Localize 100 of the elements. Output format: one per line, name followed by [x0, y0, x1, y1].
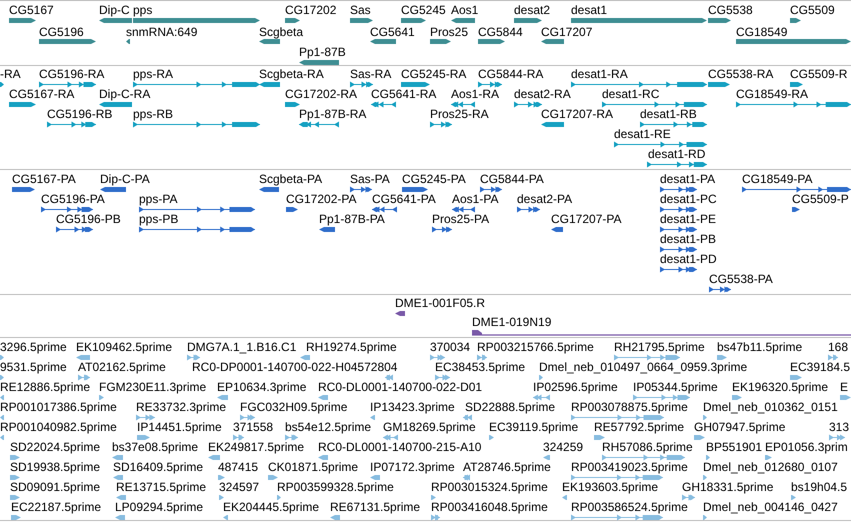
- feature-label: Aos1: [451, 3, 478, 17]
- feature-label: 9531.5prime: [0, 360, 67, 374]
- feature-label: SD22888.5prime: [465, 400, 556, 414]
- feature-label: RP003419023.5prime: [571, 460, 688, 474]
- feature-label: CG5641-PA: [372, 192, 436, 206]
- feature-label: CG5167: [9, 3, 54, 17]
- feature-label: EC38453.5prime: [435, 360, 526, 374]
- feature-label: AT02162.5prime: [78, 360, 166, 374]
- feature-label: CG17202-PA: [286, 192, 356, 206]
- feature-label: Dmel_neb_004146_0427: [703, 500, 838, 514]
- feature-label: RE67131.5prime: [330, 500, 420, 514]
- feature-label: CG18549-RA: [736, 87, 808, 101]
- feature-label: RH19274.5prime: [306, 340, 397, 354]
- feature-label: LP09294.5prime: [115, 500, 204, 514]
- feature-label: desat1-PE: [660, 212, 716, 226]
- feature-label: CG5509-P: [792, 192, 849, 206]
- feature-label: Dmel_neb_010362_0151: [703, 400, 838, 414]
- feature-label: Pros25: [430, 25, 468, 39]
- feature-label: RC0-DL0001-140700-215-A10: [318, 440, 482, 454]
- feature-label: RC0-DP0001-140700-022-H04572804: [192, 360, 398, 374]
- feature-label: CG18549: [736, 25, 788, 39]
- feature-label: CG17207-RA: [541, 107, 614, 121]
- feature-label: GH07947.5prime: [694, 420, 786, 434]
- feature-label: pps-PB: [139, 212, 178, 226]
- feature-label: desat1-RE: [614, 127, 671, 141]
- feature-label: desat1-RB: [640, 107, 697, 121]
- feature-label: Dip-C-RA: [99, 87, 150, 101]
- feature-label: CG18549-PA: [742, 172, 812, 186]
- feature-label: RP001040982.5prime: [0, 420, 117, 434]
- feature-label: desat1-PC: [660, 192, 717, 206]
- feature-label: EK109462.5prime: [76, 340, 172, 354]
- feature-label: RH57086.5prime: [602, 440, 693, 454]
- feature-label: RP003078875.5prime: [571, 400, 688, 414]
- feature-label: EK196320.5prime: [732, 380, 828, 394]
- feature-label: CG5245-RA: [401, 67, 466, 81]
- feature-label: CG17207: [541, 25, 592, 39]
- feature-label: Pp1-87B: [299, 45, 346, 59]
- feature-label: RP003416048.5prime: [431, 500, 548, 514]
- feature-label: IP05344.5prime: [633, 380, 718, 394]
- feature-label: EK204445.5prime: [223, 500, 320, 514]
- feature-label: SD22024.5prime: [10, 440, 100, 454]
- feature-label: desat1: [571, 3, 608, 17]
- feature-label: CG5844: [478, 25, 523, 39]
- feature-label: CG5245-PA: [402, 172, 466, 186]
- feature-label: CG5509-R: [790, 67, 848, 81]
- feature-label: Sas: [350, 3, 371, 17]
- feature-label: desat1-PB: [660, 232, 716, 246]
- feature-label: Aos1-PA: [452, 192, 498, 206]
- feature-label: RE13715.5prime: [116, 480, 206, 494]
- feature-label: Scgbeta-PA: [259, 172, 322, 186]
- feature-label: bs47b11.5prime: [717, 340, 802, 354]
- feature-label: pps-PA: [139, 192, 178, 206]
- feature-label: Pp1-87B-RA: [299, 107, 366, 121]
- feature-label: SD19938.5prime: [10, 460, 100, 474]
- feature-label: CG5196-PA: [41, 192, 105, 206]
- feature-label: CG5538: [708, 3, 753, 17]
- feature-label: E: [840, 380, 848, 394]
- feature-label: CK01871.5prime: [268, 460, 358, 474]
- feature-label: DME1-019N19: [472, 315, 552, 329]
- feature-label: EP01056.3prim: [765, 440, 848, 454]
- feature-label: 324597: [219, 480, 260, 494]
- feature-label: Pp1-87B-PA: [319, 212, 385, 226]
- feature-label: CG5196-PB: [56, 212, 121, 226]
- feature-label: CG5167-PA: [12, 172, 76, 186]
- feature-label: CG5196: [39, 25, 84, 39]
- feature-label: CG5844-PA: [480, 172, 544, 186]
- feature-label: 313: [829, 420, 850, 434]
- feature-label: RP003015324.5prime: [431, 480, 548, 494]
- feature-label: DMG7A.1_1.B16.C1: [187, 340, 296, 354]
- feature-label: IP07172.3prime: [370, 460, 455, 474]
- feature-label: 324259: [543, 440, 584, 454]
- feature-label: Dip-C: [99, 3, 130, 17]
- feature-label: desat2: [514, 3, 550, 17]
- feature-label: Dmel_neb_012680_0107: [703, 460, 838, 474]
- feature-label: RP003586524.5prime: [571, 500, 688, 514]
- feature-label: CG5538-PA: [709, 272, 773, 286]
- feature-label: 370034: [430, 340, 470, 354]
- feature-label: CG17207-PA: [551, 212, 622, 226]
- feature-label: pps-RA: [133, 67, 174, 81]
- feature-label: 3296.5prime: [0, 340, 67, 354]
- feature-label: CG5245: [401, 3, 446, 17]
- feature-label: desat2-RA: [514, 87, 571, 101]
- feature-label: bs37e08.5prime: [112, 440, 198, 454]
- feature-label: IP14451.5prime: [137, 420, 222, 434]
- feature-label: CG5167-RA: [9, 87, 74, 101]
- feature-label: Dip-C-PA: [100, 172, 150, 186]
- feature-label: desat1-RD: [648, 147, 706, 161]
- feature-label: 371558: [233, 420, 274, 434]
- feature-label: desat1-RA: [571, 67, 628, 81]
- feature-label: desat2-PA: [517, 192, 572, 206]
- feature-label: Scgbeta-RA: [259, 67, 324, 81]
- feature-label: CG5509: [790, 3, 835, 17]
- feature-label: EP10634.3prime: [217, 380, 306, 394]
- feature-label: RP003599328.5prime: [277, 480, 394, 494]
- feature-label: 168: [828, 340, 848, 354]
- feature-label: -RA: [0, 67, 21, 81]
- feature-label: EK249817.5prime: [208, 440, 304, 454]
- feature-label: desat1-RC: [602, 87, 660, 101]
- feature-label: Dmel_neb_010497_0664_0959.3prime: [539, 360, 748, 374]
- feature-label: RH21795.5prime: [614, 340, 705, 354]
